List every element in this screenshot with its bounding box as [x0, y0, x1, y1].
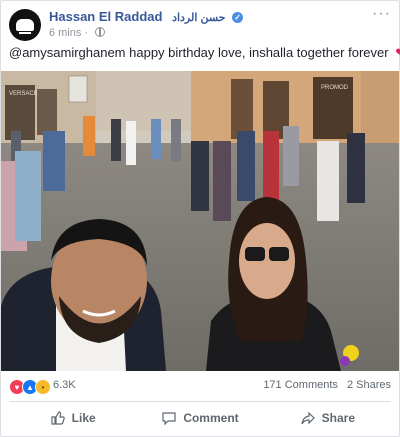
engagement-stats: 171 Comments 2 Shares — [257, 379, 391, 391]
verified-badge-icon: ✓ — [232, 12, 244, 23]
action-bar: Like Comment Share — [9, 401, 391, 434]
author-name[interactable]: Hassan El Raddad — [49, 9, 162, 24]
post-time[interactable]: 6 mins — [49, 27, 81, 39]
post-text-body: @amysamirghanem happy birthday love, ins… — [9, 45, 389, 60]
globe-icon — [95, 27, 106, 37]
separator-dot: · — [84, 27, 92, 39]
share-label: Share — [321, 411, 355, 425]
share-icon — [301, 411, 315, 425]
building-edge — [361, 71, 399, 151]
shares-count[interactable]: 2 Shares — [347, 379, 391, 391]
street-sign — [68, 75, 88, 103]
shop-window — [37, 89, 57, 135]
author-line: Hassan El Raddad حسن الرداد ✓ — [49, 9, 244, 24]
sign-versace: VERSACE — [9, 91, 38, 97]
share-button[interactable]: Share — [264, 402, 391, 434]
reactions-bar: ♥ ▲ • 6.3K 171 Comments 2 Shares — [9, 378, 391, 396]
author-name-arabic[interactable]: حسن الرداد — [172, 12, 225, 24]
comment-label: Comment — [183, 411, 239, 425]
like-button[interactable]: Like — [9, 402, 136, 434]
post-meta: 6 mins · — [49, 27, 106, 39]
avatar[interactable] — [9, 9, 41, 41]
like-label: Like — [71, 411, 96, 425]
sign-promod: PROMOD — [321, 85, 349, 91]
reaction-count[interactable]: 6.3K — [53, 379, 76, 391]
logo-icon — [16, 19, 34, 34]
more-options-icon[interactable]: ··· — [372, 5, 391, 23]
post-text: @amysamirghanem happy birthday love, ins… — [9, 45, 400, 61]
heart-emoji: ❤ — [395, 45, 400, 60]
reaction-icons[interactable]: ♥ ▲ • — [9, 379, 51, 395]
post-card: Hassan El Raddad حسن الرداد ✓ 6 mins · ·… — [0, 0, 400, 437]
wow-icon: • — [35, 379, 51, 395]
comments-count[interactable]: 171 Comments — [263, 379, 338, 391]
post-header: Hassan El Raddad حسن الرداد ✓ 6 mins · ·… — [9, 5, 391, 45]
photo-scene: VERSACE PROMOD — [1, 71, 399, 371]
thumbs-up-icon — [51, 411, 65, 425]
arch-window — [231, 79, 253, 139]
comment-button[interactable]: Comment — [136, 402, 263, 434]
comment-icon — [162, 412, 176, 426]
post-photo[interactable]: VERSACE PROMOD — [1, 71, 399, 371]
